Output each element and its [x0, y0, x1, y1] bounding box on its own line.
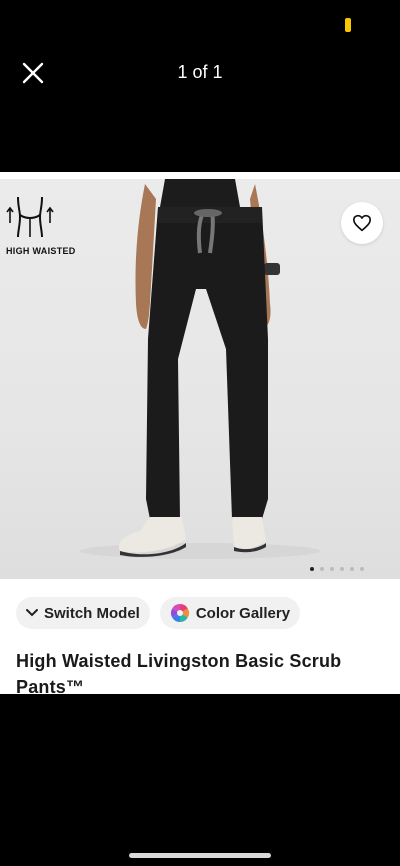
image-counter: 1 of 1 [177, 62, 223, 82]
high-waist-icon [6, 196, 54, 238]
pagination-dot[interactable] [330, 567, 334, 571]
pagination-dot[interactable] [340, 567, 344, 571]
switch-model-label: Switch Model [44, 604, 140, 622]
image-pagination [310, 567, 364, 571]
chevron-down-icon [26, 609, 38, 617]
switch-model-button[interactable]: Switch Model [16, 597, 150, 629]
product-card: HIGH WAISTED Switch Model Color Gallery … [0, 172, 400, 694]
product-title: High Waisted Livingston Basic Scrub Pant… [16, 651, 342, 694]
status-indicator [345, 18, 351, 32]
high-waisted-badge: HIGH WAISTED [6, 193, 76, 256]
badge-label: HIGH WAISTED [6, 246, 76, 256]
product-image[interactable]: HIGH WAISTED [0, 179, 400, 579]
favorite-button[interactable] [341, 202, 383, 244]
color-wheel-icon [170, 604, 189, 622]
pagination-dot[interactable] [350, 567, 354, 571]
heart-icon [353, 214, 371, 232]
pagination-dot[interactable] [310, 567, 314, 571]
color-gallery-button[interactable]: Color Gallery [159, 597, 301, 629]
viewer-topbar: 1 of 1 [0, 40, 400, 104]
pagination-dot[interactable] [360, 567, 364, 571]
home-indicator[interactable] [129, 853, 271, 858]
pagination-dot[interactable] [320, 567, 324, 571]
color-gallery-label: Color Gallery [195, 604, 291, 622]
action-chips: Switch Model Color Gallery [16, 597, 301, 629]
